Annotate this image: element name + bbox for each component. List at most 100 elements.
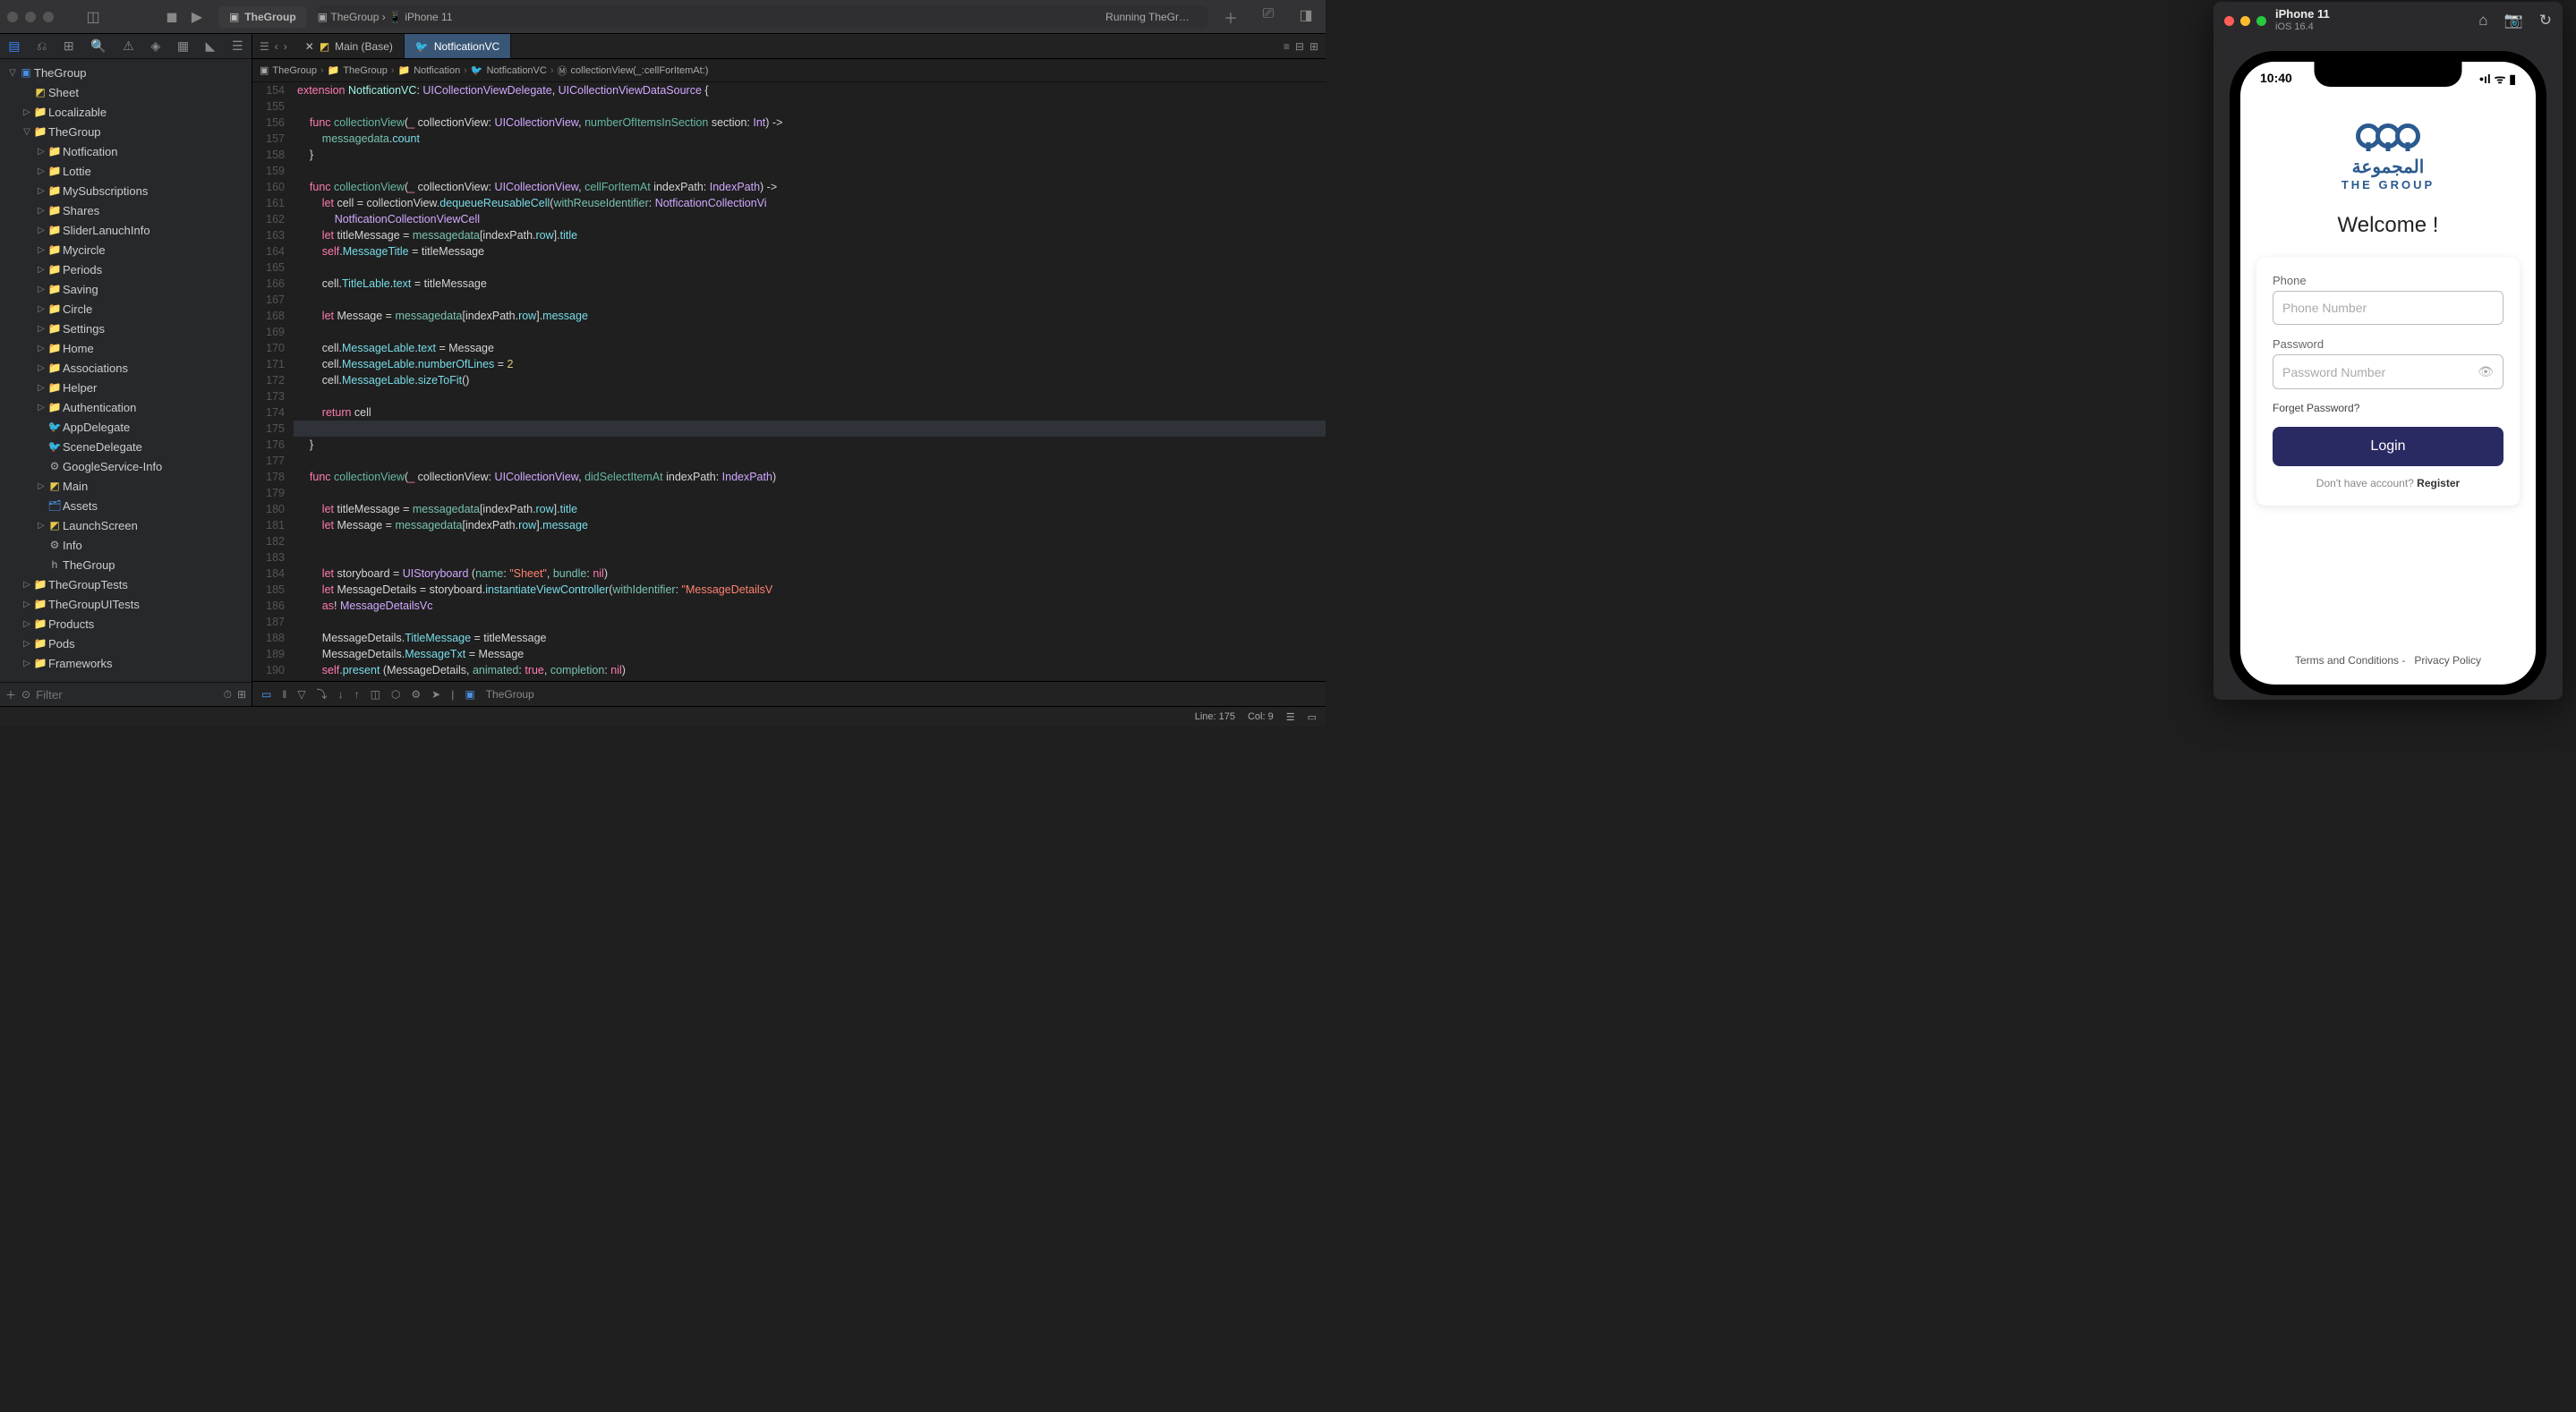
tree-item[interactable]: 🐦SceneDelegate — [0, 437, 252, 456]
sim-close-icon[interactable] — [2224, 16, 2234, 26]
tree-item[interactable]: ▷📁Lottie — [0, 161, 252, 181]
tree-item[interactable]: ▷📁Periods — [0, 259, 252, 279]
privacy-link[interactable]: Privacy Policy — [2414, 654, 2481, 667]
tree-item[interactable]: ▷📁TheGroupTests — [0, 574, 252, 594]
tab-notification-vc[interactable]: 🐦 NotficationVC — [405, 34, 511, 58]
inspector-toggle-icon[interactable]: ◨ — [1293, 6, 1318, 28]
tree-item[interactable]: ▷◩LaunchScreen — [0, 515, 252, 535]
test-nav-icon[interactable]: ◈ — [150, 38, 160, 54]
tree-item[interactable]: ▷📁Circle — [0, 299, 252, 319]
home-icon[interactable]: ⌂ — [2478, 12, 2487, 30]
step-out-icon[interactable]: ↑ — [354, 688, 360, 701]
password-input[interactable]: Password Number 👁 — [2273, 354, 2503, 389]
add-editor-icon[interactable]: ⊞ — [1309, 40, 1318, 53]
phone-input[interactable]: Phone Number — [2273, 291, 2503, 325]
location-icon[interactable]: ➤ — [431, 688, 440, 701]
continue-icon[interactable]: ▽ — [297, 688, 305, 701]
close-window-icon[interactable] — [7, 12, 18, 22]
tree-item[interactable]: ▷📁Settings — [0, 319, 252, 338]
screenshot-icon[interactable]: 📷 — [2504, 12, 2523, 30]
zoom-window-icon[interactable] — [43, 12, 54, 22]
jump-segment[interactable]: TheGroup — [343, 65, 388, 76]
tree-item[interactable]: 🐦AppDelegate — [0, 417, 252, 437]
tree-item[interactable]: ▷📁Shares — [0, 200, 252, 220]
source-editor[interactable]: 1541551561571581591601611621631641651661… — [252, 82, 1326, 681]
report-nav-icon[interactable]: ☰ — [232, 38, 243, 54]
project-nav-icon[interactable]: ▤ — [8, 38, 20, 54]
tree-item[interactable]: ▷📁Mycircle — [0, 240, 252, 259]
breakpoint-nav-icon[interactable]: ◣ — [206, 38, 216, 54]
jump-segment[interactable]: Notfication — [414, 65, 460, 76]
sim-minimize-icon[interactable] — [2240, 16, 2250, 26]
tree-item[interactable]: ▷📁Associations — [0, 358, 252, 378]
tree-item[interactable]: ⚙Info — [0, 535, 252, 555]
tree-item[interactable]: ▽📁TheGroup — [0, 122, 252, 141]
step-into-icon[interactable]: ↓ — [338, 688, 344, 701]
adjust-editor-icon[interactable]: ⊟ — [1295, 40, 1304, 53]
pause-icon[interactable]: ‖ — [282, 688, 286, 701]
sim-zoom-icon[interactable] — [2256, 16, 2266, 26]
eye-icon[interactable]: 👁 — [2478, 364, 2494, 379]
scheme-selector[interactable]: ▣ TheGroup — [218, 6, 307, 28]
tree-item[interactable]: ▷📁Frameworks — [0, 653, 252, 673]
minimap-icon[interactable]: ≡ — [1284, 40, 1290, 53]
tree-item[interactable]: ▷📁SliderLanuchInfo — [0, 220, 252, 240]
terms-link[interactable]: Terms and Conditions - — [2295, 654, 2405, 667]
variables-toggle-icon[interactable]: ▭ — [1308, 711, 1317, 723]
file-tree[interactable]: ▽▣TheGroup◩Sheet▷📁Localizable▽📁TheGroup▷… — [0, 59, 252, 682]
environment-icon[interactable]: ⚙ — [411, 688, 421, 701]
tree-item[interactable]: ⚙GoogleService-Info — [0, 456, 252, 476]
debug-nav-icon[interactable]: ▦ — [177, 38, 189, 54]
forward-icon[interactable]: › — [284, 40, 287, 53]
jump-segment[interactable]: collectionView(_:cellForItemAt:) — [571, 65, 709, 76]
rotate-icon[interactable]: ↻ — [2539, 12, 2552, 30]
login-button[interactable]: Login — [2273, 427, 2503, 466]
close-tab-icon[interactable]: ✕ — [305, 40, 314, 53]
tree-item[interactable]: ▷📁MySubscriptions — [0, 181, 252, 200]
jump-segment[interactable]: NotficationVC — [487, 65, 547, 76]
console-toggle-icon[interactable]: ☰ — [1286, 711, 1295, 723]
back-icon[interactable]: ‹ — [275, 40, 278, 53]
tree-item[interactable]: ▷📁Helper — [0, 378, 252, 397]
tree-item[interactable]: ▷📁Products — [0, 614, 252, 634]
tree-item[interactable]: ▷📁Localizable — [0, 102, 252, 122]
device-screen[interactable]: 10:40 •ıl ᯤ ▮ المجموعة THE GROUP Welcome… — [2240, 62, 2536, 685]
code-content[interactable]: extension NotficationVC: UICollectionVie… — [294, 82, 1326, 681]
filter-scope-icon[interactable]: ⊙ — [21, 688, 30, 701]
tree-item[interactable]: ▷📁Authentication — [0, 397, 252, 417]
simulator-window[interactable]: iPhone 11 iOS 16.4 ⌂ 📷 ↻ 10:40 •ıl ᯤ ▮ ا… — [2213, 2, 2563, 700]
view-debug-icon[interactable]: ◫ — [371, 688, 380, 701]
tree-item[interactable]: ◩Sheet — [0, 82, 252, 102]
scm-filter-icon[interactable]: ⊞ — [237, 688, 246, 701]
library-icon[interactable]: ⎚ — [1256, 6, 1281, 28]
issue-nav-icon[interactable]: ⚠ — [123, 38, 134, 54]
find-nav-icon[interactable]: 🔍 — [90, 38, 106, 54]
recent-icon[interactable]: ⏱ — [224, 688, 232, 702]
add-icon[interactable]: ＋ — [5, 687, 16, 702]
tree-item[interactable]: ▷📁Saving — [0, 279, 252, 299]
filter-input[interactable] — [36, 688, 218, 702]
tree-item[interactable]: ▷◩Main — [0, 476, 252, 496]
register-link[interactable]: Register — [2417, 477, 2460, 489]
source-control-nav-icon[interactable]: ⎌ — [37, 38, 47, 54]
minimize-window-icon[interactable] — [25, 12, 36, 22]
step-over-icon[interactable]: ⤵ — [317, 686, 328, 702]
tree-item[interactable]: ▷📁TheGroupUITests — [0, 594, 252, 614]
tree-item[interactable]: ▷📁Notfication — [0, 141, 252, 161]
tree-item[interactable]: hTheGroup — [0, 555, 252, 574]
memory-graph-icon[interactable]: ⬡ — [391, 688, 400, 701]
forgot-password-link[interactable]: Forget Password? — [2273, 402, 2503, 414]
tab-main[interactable]: ✕ ◩ Main (Base) — [294, 34, 405, 58]
related-items-icon[interactable]: ☰ — [260, 40, 269, 53]
sidebar-toggle-icon[interactable]: ◫ — [81, 8, 106, 26]
symbol-nav-icon[interactable]: ⊞ — [64, 38, 74, 54]
tree-item[interactable]: ▽▣TheGroup — [0, 63, 252, 82]
tree-item[interactable]: 🗂Assets — [0, 496, 252, 515]
plus-icon[interactable]: ＋ — [1218, 6, 1243, 28]
run-button[interactable]: ▶ — [184, 8, 209, 26]
jump-bar[interactable]: ▣TheGroup›📁TheGroup›📁Notfication›🐦Notfic… — [252, 59, 1326, 82]
tree-item[interactable]: ▷📁Home — [0, 338, 252, 358]
tree-item[interactable]: ▷📁Pods — [0, 634, 252, 653]
stop-button[interactable]: ◼ — [159, 8, 184, 26]
jump-segment[interactable]: TheGroup — [272, 65, 317, 76]
